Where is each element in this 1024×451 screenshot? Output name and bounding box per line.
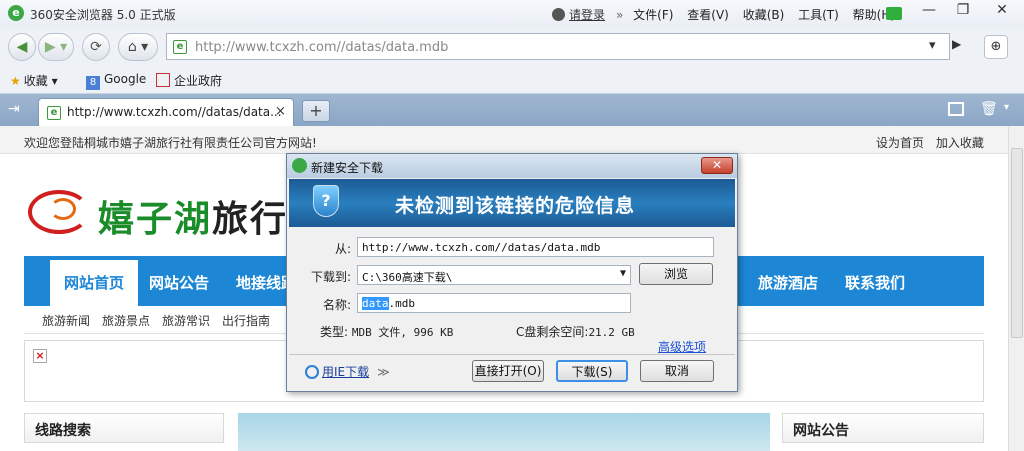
user-icon — [552, 8, 565, 21]
dialog-title-bar[interactable]: 新建安全下载 ✕ — [287, 154, 737, 178]
menu-bar: » 文件(F) 查看(V) 收藏(B) 工具(T) 帮助(H) — [616, 6, 905, 23]
nav-hotels[interactable]: 旅游酒店 — [758, 272, 818, 293]
add-favorite-link[interactable]: 加入收藏 — [936, 136, 984, 150]
scrollbar-thumb[interactable] — [1011, 148, 1023, 338]
shield-icon: ? — [313, 185, 339, 217]
tab-close-icon[interactable]: × — [275, 104, 286, 119]
page-scrollbar[interactable] — [1008, 126, 1024, 451]
ie-icon — [305, 365, 319, 379]
dialog-title: 新建安全下载 — [311, 161, 384, 175]
google-icon: 8 — [86, 76, 100, 90]
advanced-options-link[interactable]: 高级选项 — [658, 338, 706, 355]
address-bar: e ▾ — [166, 33, 950, 60]
welcome-text: 欢迎您登陆桐城市嬉子湖旅行社有限责任公司官方网站! — [24, 136, 317, 150]
new-tab-button[interactable]: + — [302, 100, 330, 122]
go-icon[interactable]: ▶ — [952, 37, 961, 51]
url-history-dropdown-icon[interactable]: ▾ — [929, 38, 936, 53]
more-chevron-icon[interactable]: ≫ — [377, 365, 390, 379]
download-dialog: 新建安全下载 ✕ ? 未检测到该链接的危险信息 从: http://www.tc… — [286, 153, 738, 392]
browser-logo-icon: e — [8, 5, 24, 21]
bookmark-google[interactable]: 8 Google — [86, 72, 146, 90]
subnav-attractions[interactable]: 旅游景点 — [102, 312, 150, 329]
browse-button[interactable]: 浏览 — [639, 263, 713, 285]
broken-image-icon: × — [33, 349, 47, 363]
download-button[interactable]: 下载(S) — [556, 360, 628, 382]
browser-logo-icon — [292, 158, 307, 173]
star-icon: ★ — [10, 74, 21, 88]
nav-notice[interactable]: 网站公告 — [149, 272, 209, 293]
subnav-tips[interactable]: 旅游常识 — [162, 312, 210, 329]
cancel-button[interactable]: 取消 — [640, 360, 714, 382]
chevron-down-icon[interactable]: ▼ — [620, 268, 626, 279]
maximize-button[interactable]: ❐ — [946, 0, 980, 22]
close-window-button[interactable]: ✕ — [980, 0, 1024, 22]
tab-label: http://www.tcxzh.com//datas/data... — [67, 105, 282, 119]
menu-file[interactable]: 文件(F) — [633, 8, 673, 22]
file-name-selected: data — [362, 297, 389, 310]
window-title: 360安全浏览器 5.0 正式版 — [30, 8, 176, 22]
gov-icon — [156, 73, 170, 87]
name-label: 名称: — [322, 298, 351, 312]
tab-menu-chevron-icon[interactable]: ▾ — [1004, 102, 1009, 113]
nav-home[interactable]: 网站首页 — [50, 260, 139, 306]
nav-contact[interactable]: 联系我们 — [845, 272, 905, 293]
save-path-select[interactable]: C:\360高速下载\ ▼ — [357, 265, 631, 285]
notice-panel-title: 网站公告 — [782, 413, 984, 443]
skin-shirt-icon[interactable] — [886, 7, 902, 20]
safety-banner: ? 未检测到该链接的危险信息 — [289, 179, 735, 227]
title-bar: e 360安全浏览器 5.0 正式版 请登录 » 文件(F) 查看(V) 收藏(… — [0, 0, 1024, 28]
save-path-value: C:\360高速下载\ — [362, 271, 453, 284]
trash-icon[interactable]: 🗑 — [980, 101, 998, 117]
refresh-button[interactable]: ⟳ — [82, 33, 110, 61]
set-homepage-link[interactable]: 设为首页 — [876, 136, 924, 150]
tab-active[interactable]: e http://www.tcxzh.com//datas/data... × — [38, 98, 294, 126]
chevron-down-icon: ▾ — [51, 74, 58, 88]
navigation-bar: ◀ ▶ ▾ ⟳ ⌂ ▾ e ▾ ▶ ⊕ — [0, 28, 1024, 66]
site-top-links: 设为首页 加入收藏 — [876, 134, 992, 151]
save-to-label: 下载到: — [310, 270, 351, 284]
subnav-news[interactable]: 旅游新闻 — [42, 312, 90, 329]
from-label: 从: — [334, 242, 351, 256]
route-search-panel-title: 线路搜索 — [24, 413, 224, 443]
file-extension: .mdb — [388, 297, 416, 310]
dialog-close-button[interactable]: ✕ — [701, 157, 733, 174]
favorites-button[interactable]: ★ 收藏 ▾ — [10, 72, 58, 89]
site-logo[interactable]: 嬉子湖旅行 — [28, 182, 308, 242]
back-button[interactable]: ◀ — [8, 33, 36, 61]
source-url-field[interactable]: http://www.tcxzh.com//datas/data.mdb — [357, 237, 714, 257]
home-button[interactable]: ⌂ ▾ — [118, 33, 158, 61]
bookmark-gov[interactable]: 企业政府 — [156, 72, 222, 89]
file-type-info: 类型: MDB 文件, 996 KB — [320, 325, 454, 339]
logo-text: 嬉子湖旅行 — [98, 198, 289, 240]
menu-chevron-icon[interactable]: » — [616, 8, 623, 22]
menu-tools[interactable]: 工具(T) — [798, 8, 839, 22]
open-directly-button[interactable]: 直接打开(O) — [472, 360, 544, 382]
safety-message: 未检测到该链接的危险信息 — [395, 195, 636, 217]
page-favicon-icon: e — [173, 40, 187, 54]
tab-strip: ⇥ e http://www.tcxzh.com//datas/data... … — [0, 94, 1024, 126]
security-shield-button[interactable]: ⊕ — [984, 35, 1008, 59]
menu-view[interactable]: 查看(V) — [687, 8, 729, 22]
minimize-button[interactable]: — — [912, 0, 946, 22]
site-top-strip: 欢迎您登陆桐城市嬉子湖旅行社有限责任公司官方网站! 设为首页 加入收藏 — [0, 126, 1008, 154]
menu-favorites[interactable]: 收藏(B) — [743, 8, 785, 22]
login-link[interactable]: 请登录 — [552, 6, 605, 23]
sidebar-toggle-icon[interactable]: ⇥ — [8, 101, 20, 117]
free-space-info: C盘剩余空间:21.2 GB — [516, 325, 635, 339]
forward-button[interactable]: ▶ ▾ — [38, 33, 74, 61]
tab-favicon-icon: e — [47, 106, 61, 120]
url-input[interactable] — [195, 38, 915, 56]
restore-tabs-icon[interactable] — [948, 102, 964, 116]
ie-download-link[interactable]: 用IE下载 ≫ — [305, 363, 390, 380]
subnav-guide[interactable]: 出行指南 — [222, 312, 270, 329]
bookmarks-bar: ★ 收藏 ▾ 8 Google 企业政府 — [0, 66, 1024, 94]
file-name-field[interactable]: data.mdb — [357, 293, 631, 313]
banner-image — [238, 413, 770, 451]
dialog-divider — [289, 354, 735, 355]
